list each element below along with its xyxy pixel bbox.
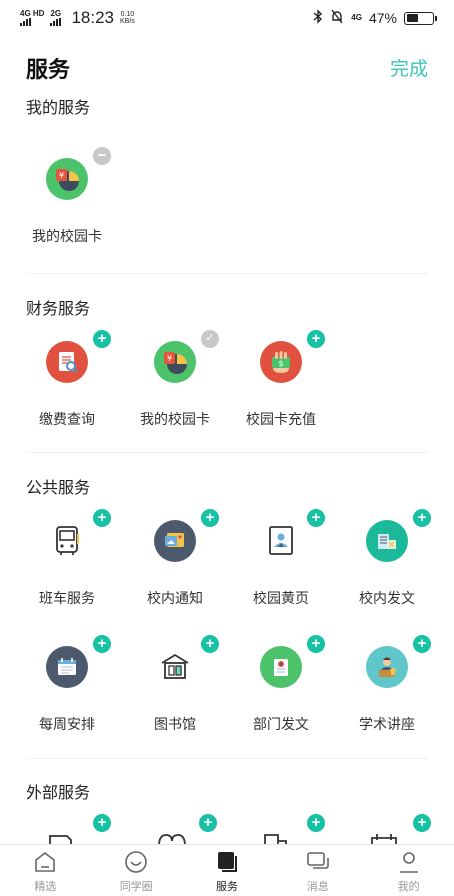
service-library[interactable]: 图书馆 + <box>121 635 229 750</box>
section-divider <box>26 758 428 759</box>
campus-card-icon: ¥ <box>46 158 88 200</box>
tab-featured[interactable]: 精选 <box>0 845 91 896</box>
added-check-icon: ✓ <box>201 330 219 348</box>
service-label: 校园黄页 <box>253 590 309 606</box>
service-label: 部门发文 <box>253 716 309 732</box>
service-shuttle-bus[interactable]: 班车服务 + <box>13 509 121 624</box>
add-service-button[interactable]: + <box>93 509 111 527</box>
service-label: 我的校园卡 <box>140 411 210 427</box>
remove-service-button[interactable]: − <box>93 147 111 165</box>
status-bar: 4G HD 2G 18:23 0.10 KB/s 4G 47% <box>0 0 454 36</box>
add-service-button[interactable]: + <box>307 509 325 527</box>
tab-label: 精选 <box>34 881 57 893</box>
tab-messages[interactable]: 消息 <box>272 845 363 896</box>
shuttle-bus-icon <box>46 520 88 562</box>
svg-text:¥: ¥ <box>167 354 172 363</box>
service-label: 缴费查询 <box>39 411 95 427</box>
service-department-document[interactable]: 部门发文 + <box>227 635 335 750</box>
card-recharge-icon: $ <box>260 341 302 383</box>
message-icon <box>305 849 331 875</box>
profile-icon <box>396 849 422 875</box>
page-title: 服务 <box>26 57 71 82</box>
add-service-button[interactable]: + <box>307 635 325 653</box>
section-title-public-services: 公共服务 <box>26 480 91 497</box>
add-service-button[interactable]: + <box>93 330 111 348</box>
section-title-finance-services: 财务服务 <box>26 301 91 318</box>
service-my-campus-card[interactable]: ¥ 我的校园卡 ✓ <box>121 330 229 445</box>
battery-percent: 47% <box>368 10 397 26</box>
campus-card-icon: ¥ <box>154 341 196 383</box>
section-divider <box>26 273 428 274</box>
add-service-button[interactable]: + <box>413 509 431 527</box>
add-service-button[interactable]: + <box>413 814 431 832</box>
tab-profile[interactable]: 我的 <box>363 845 454 896</box>
service-payment-query[interactable]: 缴费查询 + <box>13 330 121 445</box>
section-title-external-services: 外部服务 <box>26 785 91 802</box>
service-label: 校内发文 <box>359 590 415 606</box>
campus-document-icon <box>366 520 408 562</box>
add-service-button[interactable]: + <box>199 814 217 832</box>
network-speed: 0.10 KB/s <box>120 11 135 25</box>
tab-services[interactable]: 服务 <box>182 845 273 896</box>
weekly-schedule-icon <box>46 646 88 688</box>
signal-4g-icon: 4G HD <box>20 10 44 26</box>
service-my-campus-card[interactable]: ¥ 我的校园卡 − <box>13 147 121 262</box>
clock: 18:23 <box>71 8 114 27</box>
service-academic-lecture[interactable]: 学术讲座 + <box>333 635 441 750</box>
tab-label: 消息 <box>306 881 329 893</box>
service-label: 班车服务 <box>39 590 95 606</box>
service-yellow-pages[interactable]: 校园黄页 + <box>227 509 335 624</box>
tab-label: 我的 <box>397 881 420 893</box>
service-label: 学术讲座 <box>359 716 415 732</box>
home-icon <box>32 849 58 875</box>
done-button[interactable]: 完成 <box>390 54 428 81</box>
service-weekly-schedule[interactable]: 每周安排 + <box>13 635 121 750</box>
add-service-button[interactable]: + <box>201 635 219 653</box>
smile-icon <box>123 849 149 875</box>
tab-label: 同学圈 <box>119 881 153 893</box>
add-service-button[interactable]: + <box>307 330 325 348</box>
service-campus-notice[interactable]: 校内通知 + <box>121 509 229 624</box>
department-document-icon <box>260 646 302 688</box>
academic-lecture-icon <box>366 646 408 688</box>
service-label: 我的校园卡 <box>32 228 102 244</box>
payment-query-icon <box>46 341 88 383</box>
signal-4g-icon: 4G <box>351 13 362 22</box>
service-label: 校园卡充值 <box>246 411 316 427</box>
service-icon <box>214 849 240 875</box>
yellow-pages-icon <box>260 520 302 562</box>
add-service-button[interactable]: + <box>201 509 219 527</box>
add-service-button[interactable]: + <box>93 635 111 653</box>
bottom-tab-bar: 精选 同学圈 服务 消息 我的 <box>0 844 454 896</box>
service-card-recharge[interactable]: $ 校园卡充值 + <box>227 330 335 445</box>
tab-label: 服务 <box>215 881 238 893</box>
bluetooth-icon <box>313 9 323 27</box>
service-label: 图书馆 <box>154 716 196 732</box>
add-service-button[interactable]: + <box>413 635 431 653</box>
svg-text:$: $ <box>278 359 283 368</box>
section-title-my-services: 我的服务 <box>26 100 91 117</box>
battery-icon <box>404 11 437 25</box>
library-icon <box>154 646 196 688</box>
add-service-button[interactable]: + <box>93 814 111 832</box>
section-divider <box>26 452 428 453</box>
service-campus-document[interactable]: 校内发文 + <box>333 509 441 624</box>
signal-2g-icon: 2G <box>50 10 62 26</box>
svg-text:¥: ¥ <box>59 171 64 180</box>
tab-classmates[interactable]: 同学圈 <box>91 845 182 896</box>
service-label: 校内通知 <box>147 590 203 606</box>
campus-notice-icon <box>154 520 196 562</box>
add-service-button[interactable]: + <box>307 814 325 832</box>
service-label: 每周安排 <box>39 716 95 732</box>
mute-bell-icon <box>330 9 344 27</box>
